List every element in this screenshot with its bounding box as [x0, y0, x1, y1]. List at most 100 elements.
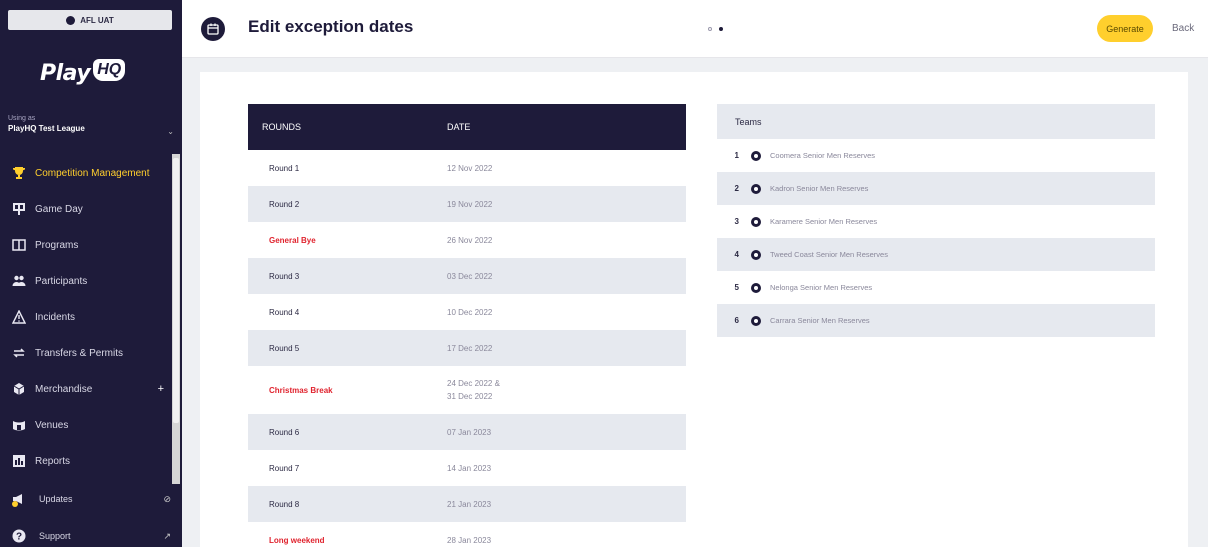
sidebar-item-label: Incidents: [35, 311, 76, 323]
account-switcher[interactable]: Using as PlayHQ Test League ⌄: [8, 115, 176, 136]
page-header: Edit exception dates Generate Back: [182, 0, 1208, 58]
people-icon: [11, 273, 27, 289]
round-date-cell: 26 Nov 2022: [447, 234, 492, 247]
step-dot-2-active[interactable]: [719, 27, 723, 31]
sidebar-item-label: Competition Management: [35, 167, 150, 179]
team-logo-icon: [751, 315, 761, 326]
list-item[interactable]: 5 Nelonga Senior Men Reserves: [717, 271, 1155, 304]
teams-header: Teams: [717, 104, 1155, 139]
team-name: Nelonga Senior Men Reserves: [770, 283, 873, 292]
table-row[interactable]: General Bye 26 Nov 2022: [248, 222, 686, 258]
support-label: Support: [39, 531, 71, 541]
round-date-cell: 07 Jan 2023: [447, 426, 491, 439]
sidebar-item-venues[interactable]: Venues: [0, 407, 172, 443]
sidebar-item-transfers-permits[interactable]: Transfers & Permits: [0, 335, 172, 371]
sidebar-item-programs[interactable]: Programs: [0, 227, 172, 263]
org-name: AFL UAT: [80, 15, 114, 25]
expand-plus-icon[interactable]: +: [158, 383, 164, 395]
round-name: Round 6: [269, 427, 300, 437]
sidebar-item-merchandise[interactable]: Merchandise +: [0, 371, 172, 407]
table-row[interactable]: Round 8 21 Jan 2023: [248, 486, 686, 522]
round-date: 19 Nov 2022: [447, 199, 493, 209]
sidebar-scrollbar-thumb[interactable]: [173, 158, 179, 423]
sidebar-item-label: Game Day: [35, 203, 83, 215]
list-item[interactable]: 3 Karamere Senior Men Reserves: [717, 205, 1155, 238]
table-row[interactable]: Round 4 10 Dec 2022: [248, 294, 686, 330]
list-item[interactable]: 6 Carrara Senior Men Reserves: [717, 304, 1155, 337]
updates-count-icon: ⊘: [163, 493, 171, 504]
sidebar-item-updates[interactable]: Updates ⊘: [11, 491, 171, 507]
sidebar-item-participants[interactable]: Participants: [0, 263, 172, 299]
table-row[interactable]: Round 3 03 Dec 2022: [248, 258, 686, 294]
table-row[interactable]: Round 2 19 Nov 2022: [248, 186, 686, 222]
round-date-cell: 19 Nov 2022: [447, 198, 492, 211]
sidebar-nav: Competition Management Game Day Programs…: [0, 155, 172, 479]
using-as-value: PlayHQ Test League: [8, 124, 85, 133]
table-row[interactable]: Long weekend 28 Jan 2023: [248, 522, 686, 547]
sidebar-item-game-day[interactable]: Game Day: [0, 191, 172, 227]
round-date: 24 Dec 2022 &: [447, 379, 500, 388]
round-date-cell: 17 Dec 2022: [447, 342, 492, 355]
team-name: Tweed Coast Senior Men Reserves: [770, 250, 888, 259]
logo-play-text: Play: [40, 60, 91, 86]
rounds-table: ROUNDS DATE Round 1 12 Nov 2022 Round 2 19 …: [248, 104, 686, 547]
org-switcher[interactable]: AFL UAT: [8, 10, 172, 30]
list-item[interactable]: 2 Kadron Senior Men Reserves: [717, 172, 1155, 205]
sidebar-item-support[interactable]: ? Support ↗: [11, 528, 171, 544]
team-name: Carrara Senior Men Reserves: [770, 316, 870, 325]
team-number: 6: [734, 316, 739, 325]
round-date-cell: 21 Jan 2023: [447, 498, 491, 511]
scoreboard-icon: [11, 201, 27, 217]
team-logo-icon: [751, 216, 761, 227]
back-button[interactable]: Back: [1172, 15, 1208, 42]
using-as-label: Using as: [8, 115, 36, 122]
venue-icon: [11, 417, 27, 433]
rounds-table-header: ROUNDS DATE: [248, 104, 686, 150]
sidebar-item-label: Merchandise: [35, 383, 93, 395]
team-number: 2: [734, 184, 739, 193]
team-name: Coomera Senior Men Reserves: [770, 151, 876, 160]
table-row[interactable]: Round 7 14 Jan 2023: [248, 450, 686, 486]
round-date-cell: 10 Dec 2022: [447, 306, 492, 319]
page-title: Edit exception dates: [248, 17, 414, 36]
round-date-cell: 03 Dec 2022: [447, 270, 492, 283]
sidebar: AFL UAT Play HQ Using as PlayHQ Test Lea…: [0, 0, 182, 547]
list-item[interactable]: 1 Coomera Senior Men Reserves: [717, 139, 1155, 172]
sidebar-item-incidents[interactable]: Incidents: [0, 299, 172, 335]
calendar-icon: [201, 17, 225, 41]
table-row[interactable]: Round 5 17 Dec 2022: [248, 330, 686, 366]
team-name: Karamere Senior Men Reserves: [770, 217, 878, 226]
round-date: 28 Jan 2023: [447, 535, 492, 545]
table-row[interactable]: Round 6 07 Jan 2023: [248, 414, 686, 450]
org-logo-icon: [66, 15, 76, 25]
sidebar-item-label: Venues: [35, 419, 69, 431]
round-date-secondary: 31 Dec 2022: [447, 392, 493, 401]
round-date: 21 Jan 2023: [447, 499, 492, 509]
list-item[interactable]: 4 Tweed Coast Senior Men Reserves: [717, 238, 1155, 271]
sidebar-item-competition-management[interactable]: Competition Management: [0, 155, 172, 191]
help-icon: ?: [11, 528, 27, 544]
sidebar-item-label: Reports: [35, 455, 71, 467]
sidebar-item-label: Participants: [35, 275, 88, 287]
round-name: Christmas Break: [269, 385, 333, 395]
round-date-cell: 14 Jan 2023: [447, 462, 491, 475]
reports-icon: [11, 453, 27, 469]
team-logo-icon: [751, 150, 761, 161]
round-date: 26 Nov 2022: [447, 235, 493, 245]
svg-text:?: ?: [16, 532, 22, 543]
table-row[interactable]: Round 1 12 Nov 2022: [248, 150, 686, 186]
sidebar-item-reports[interactable]: Reports: [0, 443, 172, 479]
playhq-logo[interactable]: Play HQ: [40, 56, 126, 90]
round-name: Round 7: [269, 463, 300, 473]
teams-list: Teams 1 Coomera Senior Men Reserves 2 Kadro…: [717, 104, 1155, 337]
table-row[interactable]: Christmas Break 24 Dec 2022 & 31 Dec 2022: [248, 366, 686, 414]
step-indicator: [708, 27, 723, 31]
round-date: 10 Dec 2022: [447, 307, 493, 317]
team-name: Kadron Senior Men Reserves: [770, 184, 869, 193]
round-date: 14 Jan 2023: [447, 463, 492, 473]
team-logo-icon: [751, 282, 761, 293]
step-dot-1[interactable]: [708, 27, 712, 31]
generate-button[interactable]: Generate: [1097, 15, 1153, 42]
col-header-date: DATE: [447, 122, 471, 132]
logo-hq-text: HQ: [93, 59, 126, 81]
